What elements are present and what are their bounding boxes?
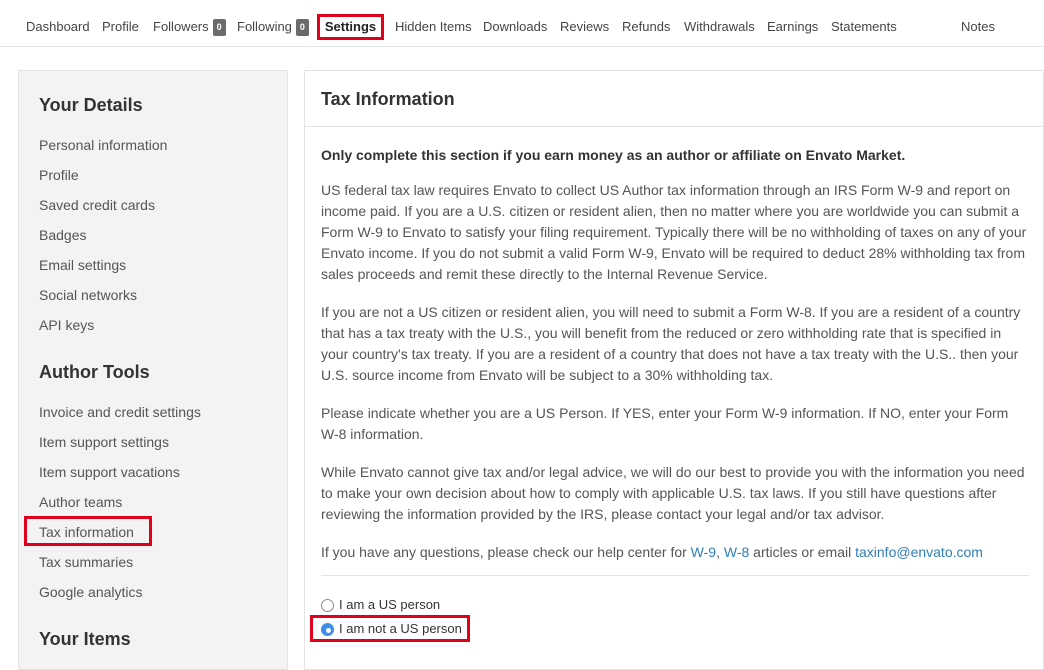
nav-downloads[interactable]: Downloads: [483, 19, 547, 35]
help-prefix: If you have any questions, please check …: [321, 544, 691, 560]
section-heading-author-tools: Author Tools: [39, 362, 150, 382]
sidebar-item-badges[interactable]: Badges: [39, 226, 86, 244]
top-navigation: Dashboard Profile Followers 0 Following 0 …: [0, 0, 1044, 47]
nav-followers-label: Followers: [153, 19, 209, 34]
sidebar-item-api-keys[interactable]: API keys: [39, 316, 94, 334]
nav-earnings[interactable]: Earnings: [767, 19, 818, 35]
nav-following[interactable]: Following 0: [237, 19, 309, 36]
nav-hidden-items[interactable]: Hidden Items: [395, 19, 472, 35]
nav-reviews[interactable]: Reviews: [560, 19, 609, 35]
nav-notes[interactable]: Notes: [961, 19, 995, 35]
sidebar-item-email-settings[interactable]: Email settings: [39, 256, 126, 274]
sidebar-item-tax-summaries[interactable]: Tax summaries: [39, 553, 133, 571]
paragraph-us-person: Please indicate whether you are a US Per…: [321, 405, 1009, 442]
paragraph-w9: US federal tax law requires Envato to co…: [321, 182, 1027, 282]
help-sep: ,: [716, 544, 724, 560]
sidebar-item-google-analytics[interactable]: Google analytics: [39, 583, 143, 601]
us-person-radio[interactable]: [321, 598, 334, 612]
tax-information-highlight: [24, 516, 152, 546]
divider: [321, 575, 1029, 576]
sidebar-item-invoice-credit-settings[interactable]: Invoice and credit settings: [39, 403, 201, 421]
help-middle: articles or email: [749, 544, 856, 560]
nav-refunds[interactable]: Refunds: [622, 19, 670, 35]
nav-profile[interactable]: Profile: [102, 19, 139, 35]
sidebar-item-item-support-settings[interactable]: Item support settings: [39, 433, 169, 451]
nav-followers[interactable]: Followers 0: [153, 19, 226, 36]
sidebar-item-author-teams[interactable]: Author teams: [39, 493, 122, 511]
not-us-person-highlight: [310, 615, 470, 642]
nav-following-label: Following: [237, 19, 292, 34]
followers-count-badge: 0: [212, 19, 226, 36]
sidebar-item-social-networks[interactable]: Social networks: [39, 286, 137, 304]
us-person-label: I am a US person: [339, 597, 441, 612]
section-heading-your-details: Your Details: [39, 95, 143, 115]
sidebar-item-saved-credit-cards[interactable]: Saved credit cards: [39, 196, 155, 214]
page-title: Tax Information: [321, 89, 455, 109]
nav-settings[interactable]: Settings: [317, 14, 384, 40]
settings-sidebar: Your Details Personal information Profil…: [18, 70, 288, 670]
nav-statements[interactable]: Statements: [831, 19, 897, 35]
section-heading-your-items: Your Items: [39, 629, 131, 649]
sidebar-item-personal-information[interactable]: Personal information: [39, 136, 167, 154]
lead-notice: Only complete this section if you earn m…: [321, 147, 906, 163]
w8-link[interactable]: W-8: [724, 544, 749, 560]
nav-dashboard[interactable]: Dashboard: [26, 19, 90, 35]
sidebar-item-item-support-vacations[interactable]: Item support vacations: [39, 463, 180, 481]
panel-body: Only complete this section if you earn m…: [321, 145, 1029, 580]
paragraph-w8: If you are not a US citizen or resident …: [321, 304, 1021, 383]
tax-email-link[interactable]: taxinfo@envato.com: [855, 544, 983, 560]
help-text: If you have any questions, please check …: [321, 542, 1029, 563]
nav-withdrawals[interactable]: Withdrawals: [684, 19, 755, 35]
w9-link[interactable]: W-9: [691, 544, 716, 560]
panel-header: Tax Information: [305, 71, 1043, 127]
us-person-option[interactable]: I am a US person: [321, 597, 440, 613]
following-count-badge: 0: [295, 19, 309, 36]
tax-information-panel: Tax Information Only complete this secti…: [304, 70, 1044, 670]
paragraph-advice: While Envato cannot give tax and/or lega…: [321, 464, 1025, 522]
sidebar-item-profile[interactable]: Profile: [39, 166, 79, 184]
